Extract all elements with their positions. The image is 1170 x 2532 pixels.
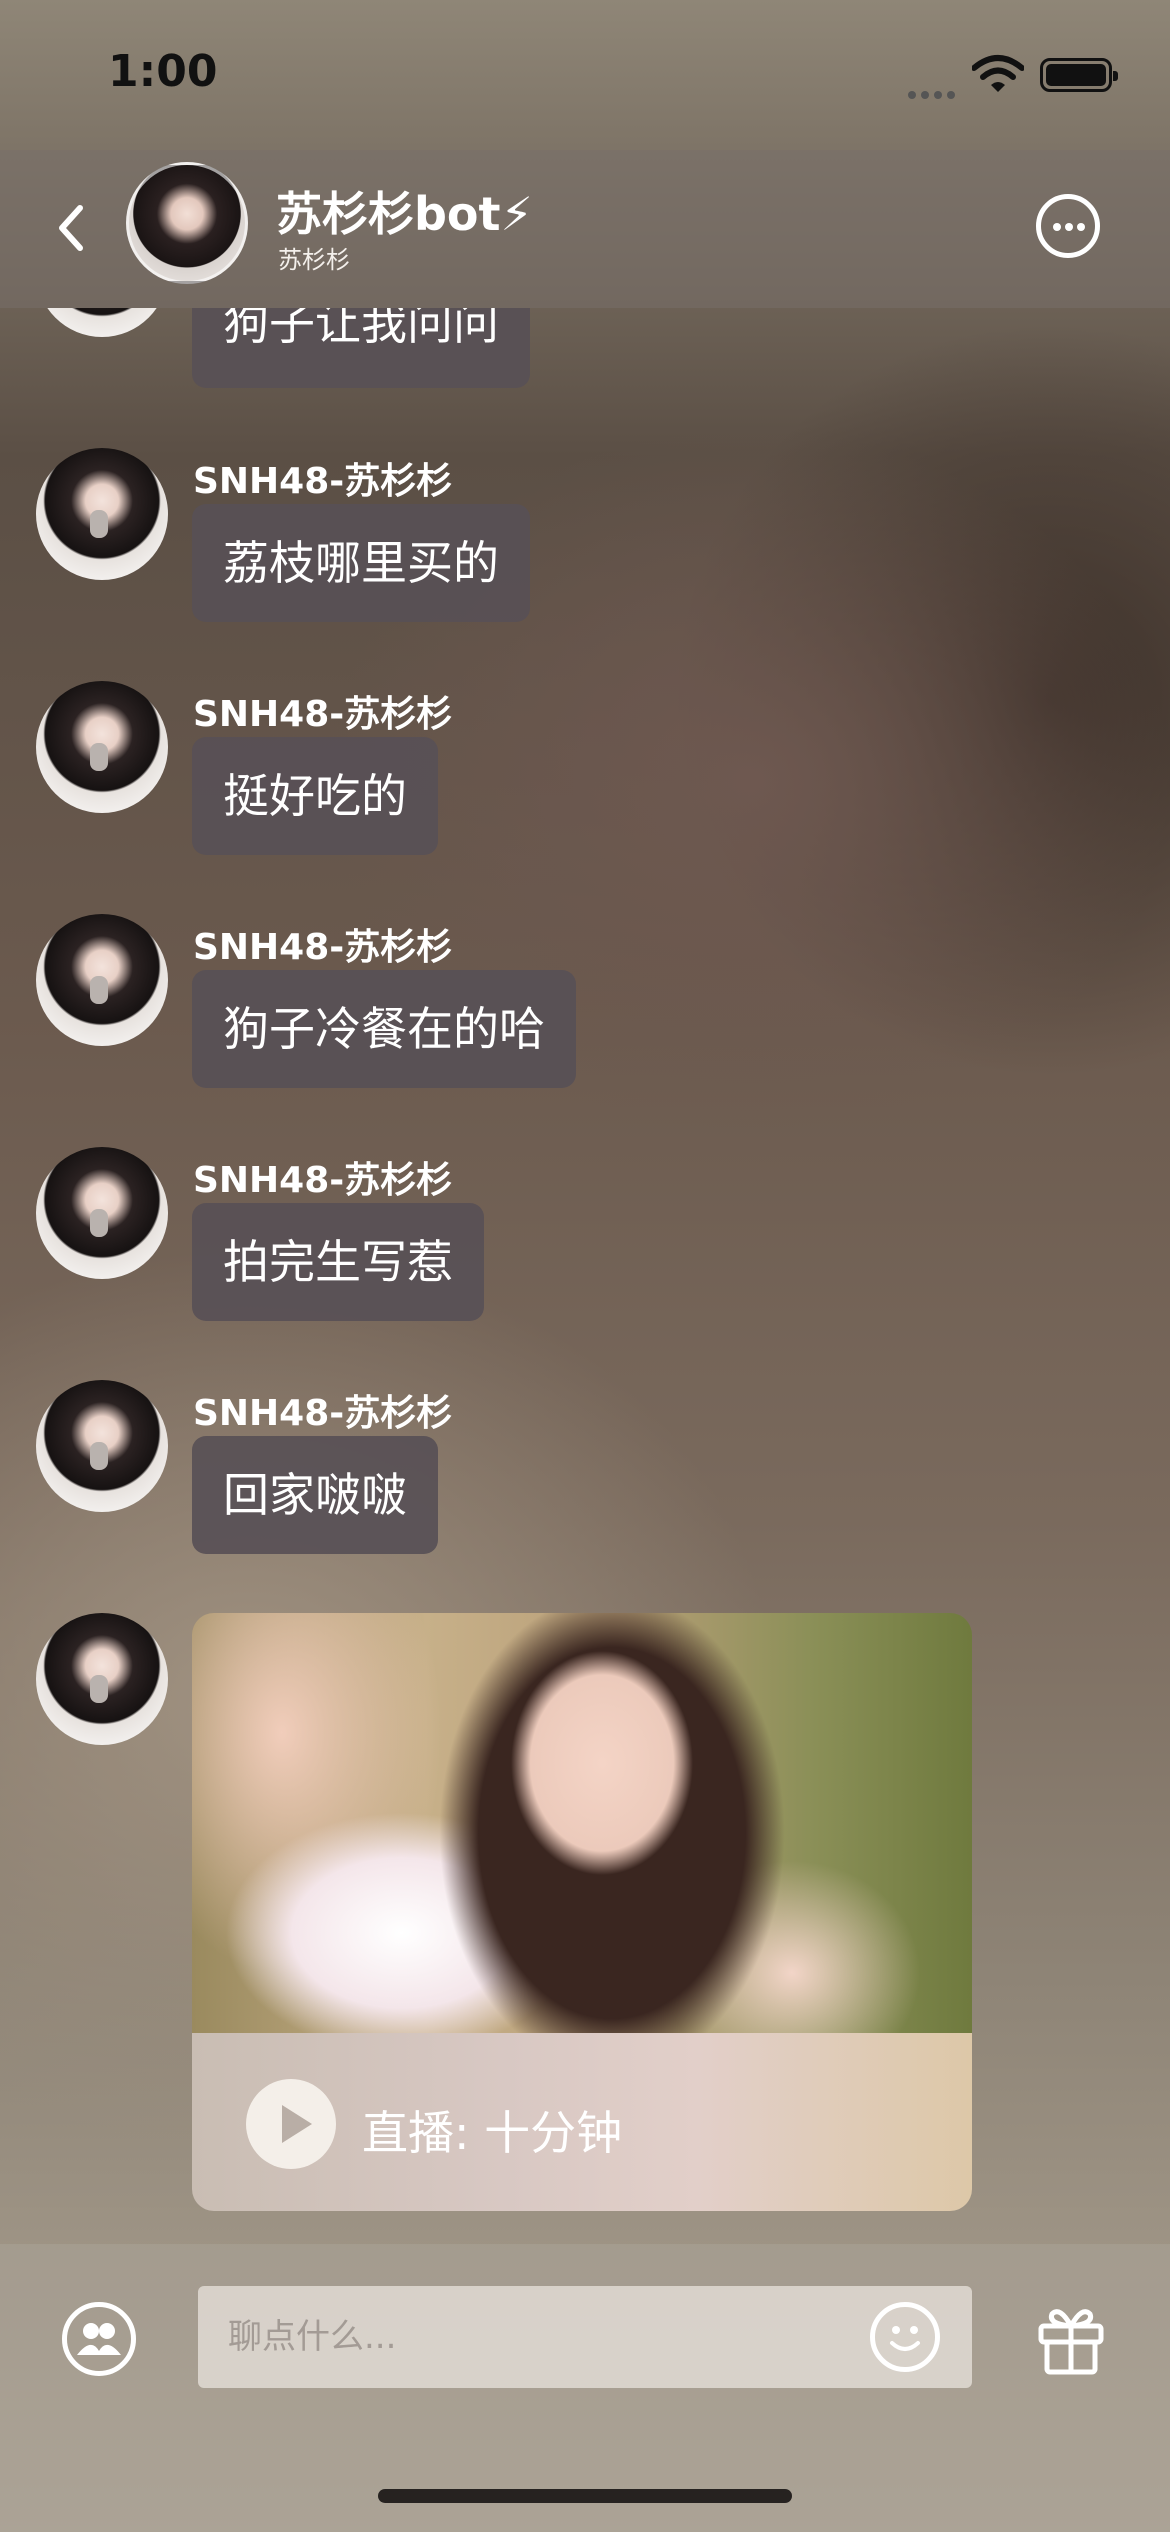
live-cover-image <box>192 1613 972 2033</box>
message-bubble[interactable]: 拍完生写惹 <box>192 1203 484 1321</box>
sender-avatar[interactable] <box>36 1147 168 1279</box>
live-stream-card[interactable]: 直播: 十分钟 <box>192 1613 972 2211</box>
play-icon[interactable] <box>246 2079 336 2169</box>
gift-icon[interactable] <box>1036 2300 1106 2376</box>
live-card-footer: 直播: 十分钟 <box>192 2033 972 2211</box>
people-icon[interactable] <box>62 2302 136 2376</box>
chat-header: 苏杉杉bot⚡ 苏杉杉 <box>0 150 1170 308</box>
battery-icon <box>1040 58 1118 92</box>
sender-avatar[interactable] <box>36 448 168 580</box>
message-bubble[interactable]: 荔枝哪里买的 <box>192 504 530 622</box>
message-list[interactable]: 狗子让我问问 SNH48-苏杉杉 荔枝哪里买的 SNH48-苏杉杉 挺好吃的 S… <box>0 308 1170 2244</box>
status-bar: 1:00 <box>0 0 1170 150</box>
sender-name: SNH48-苏杉杉 <box>193 694 453 735</box>
wifi-icon <box>972 55 1024 92</box>
chat-subtitle: 苏杉杉 <box>278 246 350 274</box>
sender-avatar[interactable] <box>36 1613 168 1745</box>
sender-avatar[interactable] <box>36 1380 168 1512</box>
sender-name: SNH48-苏杉杉 <box>193 1160 453 1201</box>
sender-name: SNH48-苏杉杉 <box>193 927 453 968</box>
message-input-box[interactable] <box>198 2286 972 2388</box>
message-bubble[interactable]: 狗子让我问问 <box>192 308 530 388</box>
sender-avatar[interactable] <box>36 914 168 1046</box>
cellular-signal-icon <box>908 84 960 99</box>
sender-name: SNH48-苏杉杉 <box>193 461 453 502</box>
live-card-label: 直播: 十分钟 <box>362 2106 623 2160</box>
message-bubble[interactable]: 回家啵啵 <box>192 1436 438 1554</box>
header-avatar[interactable] <box>126 162 248 284</box>
sender-name: SNH48-苏杉杉 <box>193 1393 453 1434</box>
message-bubble[interactable]: 挺好吃的 <box>192 737 438 855</box>
home-indicator <box>378 2489 792 2503</box>
chevron-left-icon[interactable] <box>50 198 90 258</box>
more-circle-icon[interactable] <box>1036 194 1100 258</box>
smiley-icon[interactable] <box>870 2302 940 2372</box>
status-time: 1:00 <box>108 46 218 97</box>
message-input[interactable] <box>198 2286 838 2388</box>
sender-avatar[interactable] <box>36 681 168 813</box>
chat-title: 苏杉杉bot⚡ <box>276 187 533 241</box>
message-bubble[interactable]: 狗子冷餐在的哈 <box>192 970 576 1088</box>
sender-avatar[interactable] <box>36 308 168 337</box>
